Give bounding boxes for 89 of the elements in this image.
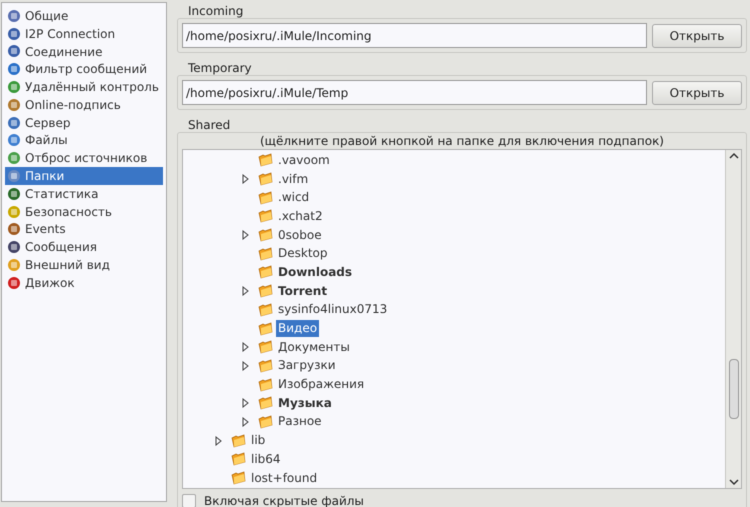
expand-arrow-icon[interactable]: [242, 360, 248, 371]
category-icon: [7, 133, 21, 148]
category-item[interactable]: I2P Connection: [5, 24, 163, 43]
category-icon: [7, 151, 21, 166]
folder-name[interactable]: lib: [249, 432, 268, 450]
folder-icon: [258, 228, 273, 242]
folder-name[interactable]: .vifm: [276, 170, 310, 188]
category-item[interactable]: Общие: [5, 7, 163, 25]
folder-icon: [231, 471, 246, 486]
category-item[interactable]: Соединение: [5, 42, 163, 60]
path-field[interactable]: /home/posixru/.iMule/Incoming: [182, 23, 647, 48]
scroll-down-icon[interactable]: [728, 479, 738, 486]
path-field[interactable]: /home/posixru/.iMule/Temp: [182, 80, 647, 105]
folder-name[interactable]: Документы: [276, 338, 352, 356]
folder-icon: [258, 153, 273, 168]
folder-name[interactable]: .xchat2: [276, 208, 325, 225]
checkbox[interactable]: [182, 494, 196, 507]
scroll-up-icon[interactable]: [728, 152, 738, 159]
category-item[interactable]: Папки: [5, 167, 163, 185]
folder-name[interactable]: .wicd: [276, 189, 312, 206]
folder-icon: [258, 378, 273, 392]
group-label: Incoming: [188, 4, 244, 18]
category-item[interactable]: Статистика: [5, 184, 163, 203]
category-icon: [7, 80, 21, 94]
expand-arrow-icon[interactable]: [242, 230, 248, 240]
open-button[interactable]: Открыть: [652, 80, 742, 104]
category-icon: [7, 222, 21, 236]
category-icon: [7, 8, 21, 23]
group-label: Temporary: [188, 61, 253, 75]
group-label: Shared: [188, 118, 232, 132]
category-icon: [7, 62, 21, 76]
category-icon: [7, 169, 21, 184]
expand-arrow-icon[interactable]: [242, 398, 248, 408]
folder-icon: [258, 322, 273, 336]
folder-icon: [258, 246, 273, 261]
folder-name[interactable]: sysinfo4linux0713: [276, 301, 390, 318]
folder-icon: [258, 340, 273, 354]
category-icon: [7, 116, 21, 130]
category-icon: [7, 98, 21, 112]
category-icon: [7, 44, 21, 58]
folder-icon: [258, 265, 273, 280]
category-item[interactable]: Безопасность: [5, 202, 163, 221]
category-icon: [7, 204, 21, 219]
folder-icon: [258, 209, 273, 224]
category-icon: [7, 186, 21, 201]
scrollbar[interactable]: [725, 150, 741, 488]
category-item[interactable]: Сообщения: [5, 238, 163, 256]
folder-name[interactable]: lib64: [249, 450, 283, 468]
folder-icon: [258, 396, 273, 410]
folder-name[interactable]: Видео: [276, 320, 320, 338]
category-item[interactable]: Внешний вид: [5, 256, 163, 274]
expand-arrow-icon[interactable]: [242, 286, 248, 296]
category-item[interactable]: Удалённый контроль: [5, 78, 163, 96]
category-item[interactable]: Events: [5, 220, 163, 238]
folder-icon: [258, 190, 273, 205]
folder-name[interactable]: Музыка: [276, 394, 334, 412]
folder-icon: [258, 414, 273, 429]
folder-name[interactable]: Downloads: [276, 264, 354, 281]
expand-arrow-icon[interactable]: [214, 436, 222, 446]
category-item[interactable]: Отброс источников: [5, 149, 163, 168]
folder-icon: [258, 358, 273, 373]
folder-name[interactable]: 0soboe: [276, 226, 324, 244]
category-icon: [7, 276, 21, 290]
folder-name[interactable]: Изображения: [276, 376, 366, 394]
category-item[interactable]: Движок: [5, 274, 163, 292]
open-button[interactable]: Открыть: [652, 24, 742, 48]
folder-name[interactable]: Torrent: [276, 282, 330, 300]
folder-icon: [231, 434, 246, 448]
category-item[interactable]: Сервер: [5, 114, 163, 132]
folder-icon: [258, 302, 273, 317]
scroll-thumb[interactable]: [728, 359, 738, 419]
folder-name[interactable]: Загрузки: [276, 357, 338, 374]
hint-text: (щёлкните правой кнопкой на папке для включения подпапок): [259, 133, 665, 149]
category-icon: [7, 258, 21, 272]
folder-name[interactable]: lost+found: [249, 470, 320, 487]
category-icon: [7, 26, 21, 41]
category-item[interactable]: Фильтр сообщений: [5, 60, 163, 78]
folder-name[interactable]: Разное: [276, 413, 324, 430]
expand-arrow-icon[interactable]: [242, 174, 248, 184]
folder-icon: [258, 172, 273, 186]
folder-icon: [258, 284, 273, 298]
folder-name[interactable]: Desktop: [276, 245, 330, 262]
folder-icon: [231, 452, 246, 466]
expand-arrow-icon[interactable]: [242, 342, 248, 352]
category-icon: [7, 240, 21, 254]
expand-arrow-icon[interactable]: [242, 416, 248, 427]
category-item[interactable]: Файлы: [5, 132, 163, 150]
category-item[interactable]: Online-подпись: [5, 96, 163, 114]
folder-name[interactable]: .vavoom: [276, 152, 332, 169]
